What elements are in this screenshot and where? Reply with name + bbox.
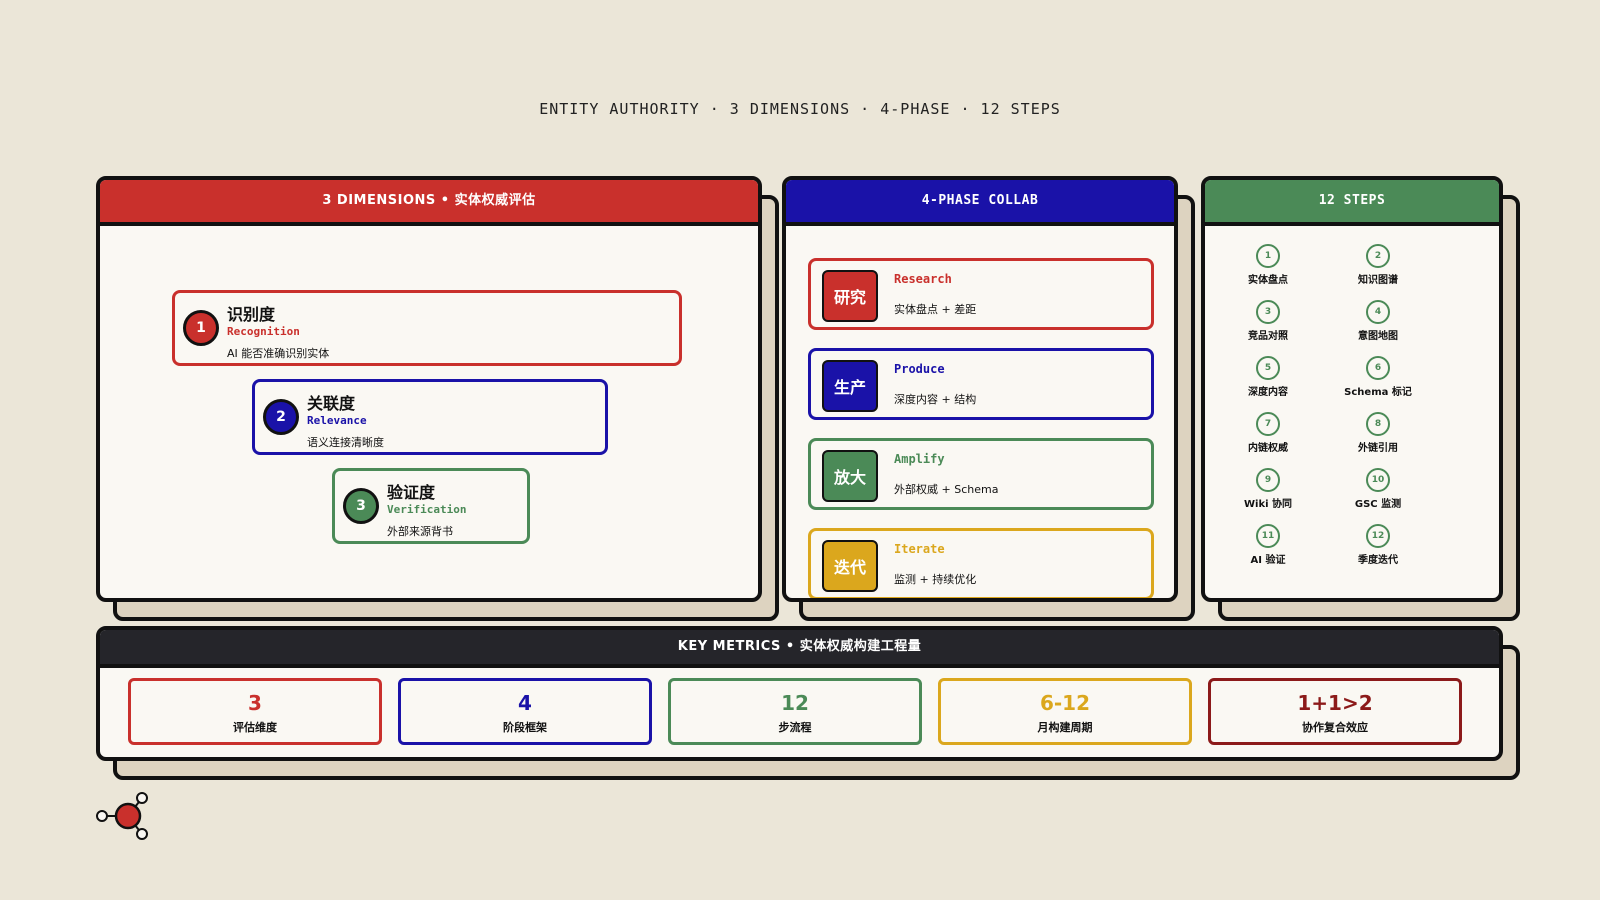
metric-value: 1+1>2 [1297,691,1373,715]
step-number: 9 [1256,468,1280,492]
step-label: 深度内容 [1248,387,1288,398]
phase-desc: 深度内容 + 结构 [894,393,977,406]
step-number: 2 [1366,244,1390,268]
dimensions-panel: 3 DIMENSIONS • 实体权威评估 1 识别度 Recognition … [96,176,762,602]
metric-label: 月构建周期 [1037,721,1093,734]
dimension-title: 识别度 [227,305,276,324]
step-9[interactable]: 9 Wiki 协同 [1213,468,1323,510]
metric-value: 6-12 [1039,691,1091,715]
step-6[interactable]: 6 Schema 标记 [1323,356,1433,398]
step-number: 4 [1366,300,1390,324]
step-number: 12 [1366,524,1390,548]
step-4[interactable]: 4 意图地图 [1323,300,1433,342]
step-label: 知识图谱 [1358,275,1398,286]
phase-en: Research [894,272,952,286]
step-label: 竞品对照 [1248,331,1288,342]
phase-en: Produce [894,362,945,376]
dimension-number: 3 [343,488,379,524]
step-label: AI 验证 [1250,555,1286,566]
step-2[interactable]: 2 知识图谱 [1323,244,1433,286]
phase-card-produce[interactable]: 生产 Produce 深度内容 + 结构 [808,348,1154,420]
step-number: 7 [1256,412,1280,436]
step-number: 3 [1256,300,1280,324]
dimension-en: Recognition [227,325,300,338]
phase-en: Amplify [894,452,945,466]
phase-card-amplify[interactable]: 放大 Amplify 外部权威 + Schema [808,438,1154,510]
step-8[interactable]: 8 外链引用 [1323,412,1433,454]
phase-card-iterate[interactable]: 迭代 Iterate 监测 + 持续优化 [808,528,1154,598]
step-label: 实体盘点 [1248,275,1288,286]
step-label: GSC 监测 [1354,499,1402,510]
dimension-number: 1 [183,310,219,346]
phases-panel: 4-PHASE COLLAB 研究 Research 实体盘点 + 差距 生产 … [782,176,1178,602]
steps-header: 12 STEPS [1205,180,1499,226]
dimension-desc: AI 能否准确识别实体 [227,347,330,360]
step-11[interactable]: 11 AI 验证 [1213,524,1323,566]
step-number: 10 [1366,468,1390,492]
metric-steps[interactable]: 12 步流程 [668,678,922,745]
metrics-header: KEY METRICS • 实体权威构建工程量 [100,630,1499,668]
dimension-en: Verification [387,503,467,516]
metric-label: 协作复合效应 [1302,721,1368,734]
molecule-logo-icon [96,792,148,840]
dimension-title: 验证度 [387,483,436,502]
dimension-desc: 外部来源背书 [387,525,453,538]
dimension-title: 关联度 [307,394,356,413]
dimension-card-verification[interactable]: 3 验证度 Verification 外部来源背书 [332,468,530,544]
phase-en: Iterate [894,542,945,556]
steps-panel: 12 STEPS 1 实体盘点 2 知识图谱 3 竞品对照 4 意图地图 5 深… [1201,176,1503,602]
dimensions-header: 3 DIMENSIONS • 实体权威评估 [100,180,758,226]
phase-desc: 监测 + 持续优化 [894,573,977,586]
step-label: Wiki 协同 [1243,499,1293,510]
dimension-desc: 语义连接清晰度 [307,436,384,449]
phase-badge: 研究 [822,270,878,322]
metric-value: 4 [518,691,532,715]
metric-dimensions[interactable]: 3 评估维度 [128,678,382,745]
metric-value: 3 [248,691,262,715]
step-number: 1 [1256,244,1280,268]
step-label: 内链权威 [1248,443,1288,454]
phase-desc: 实体盘点 + 差距 [894,303,977,316]
step-label: 外链引用 [1358,443,1398,454]
step-number: 5 [1256,356,1280,380]
step-1[interactable]: 1 实体盘点 [1213,244,1323,286]
metric-value: 12 [781,691,809,715]
step-3[interactable]: 3 竞品对照 [1213,300,1323,342]
phase-badge: 迭代 [822,540,878,592]
phase-card-research[interactable]: 研究 Research 实体盘点 + 差距 [808,258,1154,330]
dimension-en: Relevance [307,414,367,427]
dimension-card-recognition[interactable]: 1 识别度 Recognition AI 能否准确识别实体 [172,290,682,366]
step-label: 意图地图 [1358,331,1398,342]
dimension-card-relevance[interactable]: 2 关联度 Relevance 语义连接清晰度 [252,379,608,455]
step-number: 11 [1256,524,1280,548]
metric-synergy[interactable]: 1+1>2 协作复合效应 [1208,678,1462,745]
step-5[interactable]: 5 深度内容 [1213,356,1323,398]
phase-desc: 外部权威 + Schema [894,483,999,496]
metric-cycle[interactable]: 6-12 月构建周期 [938,678,1192,745]
step-number: 8 [1366,412,1390,436]
step-7[interactable]: 7 内链权威 [1213,412,1323,454]
metric-label: 步流程 [778,721,812,734]
step-12[interactable]: 12 季度迭代 [1323,524,1433,566]
dimension-number: 2 [263,399,299,435]
page-title: ENTITY AUTHORITY · 3 DIMENSIONS · 4-PHAS… [539,100,1061,118]
metric-label: 评估维度 [233,721,277,734]
step-label: 季度迭代 [1358,555,1398,566]
metric-phases[interactable]: 4 阶段框架 [398,678,652,745]
step-number: 6 [1366,356,1390,380]
phases-header: 4-PHASE COLLAB [786,180,1174,226]
phase-badge: 放大 [822,450,878,502]
step-10[interactable]: 10 GSC 监测 [1323,468,1433,510]
step-label: Schema 标记 [1344,387,1412,398]
phase-badge: 生产 [822,360,878,412]
metric-label: 阶段框架 [503,721,547,734]
metrics-panel: KEY METRICS • 实体权威构建工程量 3 评估维度 4 阶段框架 12… [96,626,1503,761]
